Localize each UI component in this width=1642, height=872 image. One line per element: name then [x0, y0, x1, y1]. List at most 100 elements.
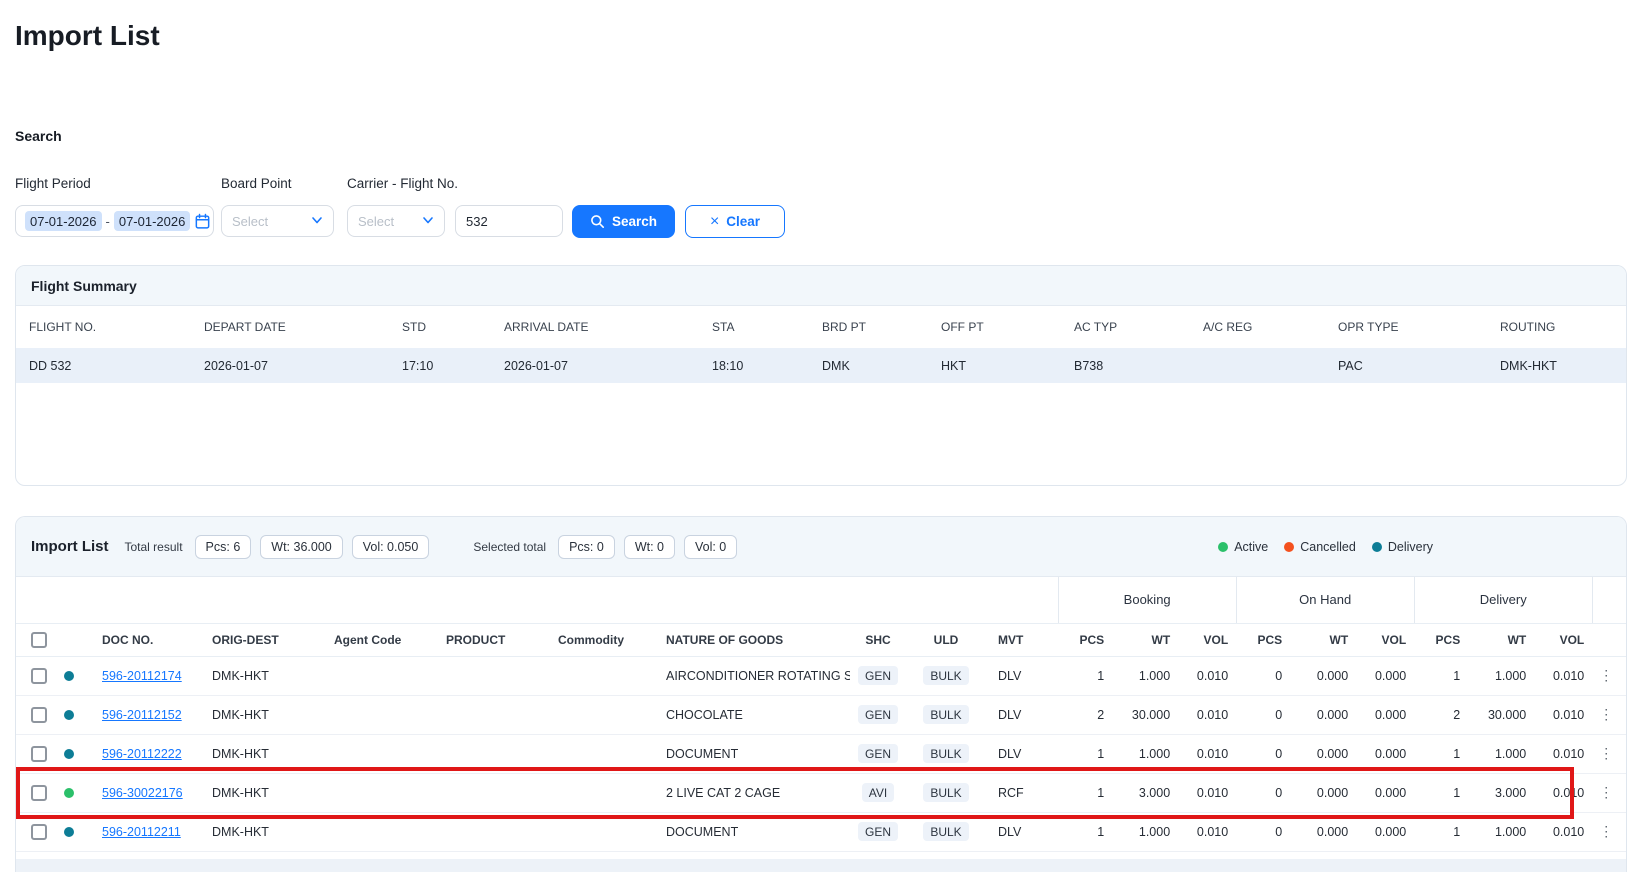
- delivery-pcs-cell: 1: [1414, 734, 1468, 773]
- table-row: 596-20112152 DMK-HKT CHOCOLATE GEN BULK …: [16, 695, 1627, 734]
- status-legend: Active Cancelled Delivery: [1218, 540, 1433, 554]
- clear-button[interactable]: × Clear: [685, 205, 785, 238]
- import-list-panel: Import List Total result Pcs: 6Wt: 36.00…: [15, 516, 1627, 872]
- selected-total-pills: Pcs: 0Wt: 0Vol: 0: [558, 535, 737, 559]
- on-hand-vol-cell: 0.000: [1356, 695, 1414, 734]
- import-list-table: Booking On Hand Delivery DOC NO. ORIG-DE…: [16, 577, 1627, 852]
- flight-summary-title: Flight Summary: [31, 278, 137, 294]
- total-pill: Wt: 36.000: [260, 535, 342, 559]
- commodity-cell: [546, 695, 654, 734]
- booking-wt-cell: 3.000: [1112, 773, 1178, 812]
- delivery-vol-cell: 0.010: [1534, 734, 1592, 773]
- flight-no-input[interactable]: [466, 214, 552, 229]
- shc-column-header: SHC: [850, 623, 914, 656]
- doc-no-link[interactable]: 596-20112222: [102, 747, 182, 761]
- product-column-header: PRODUCT: [434, 623, 546, 656]
- doc-no-link[interactable]: 596-20112152: [102, 708, 182, 722]
- shc-badge: GEN: [858, 744, 898, 763]
- on-hand-wt-cell: 0.000: [1290, 773, 1356, 812]
- legend-label: Active: [1234, 540, 1268, 554]
- row-menu-kebab-icon[interactable]: [1592, 823, 1620, 840]
- mvt-cell: DLV: [986, 734, 1058, 773]
- row-checkbox[interactable]: [31, 785, 47, 801]
- row-menu-kebab-icon[interactable]: [1592, 784, 1620, 801]
- table-row: 596-20112222 DMK-HKT DOCUMENT GEN BULK D…: [16, 734, 1627, 773]
- on-hand-vol-cell: 0.000: [1356, 812, 1414, 851]
- row-menu-kebab-icon[interactable]: [1592, 667, 1620, 684]
- on-hand-wt-cell: 0.000: [1290, 695, 1356, 734]
- selected-total-label: Selected total: [473, 540, 546, 554]
- product-cell: [434, 695, 546, 734]
- column-header: STD: [389, 306, 491, 348]
- agent-code-column-header: Agent Code: [322, 623, 434, 656]
- column-header: OPR TYPE: [1325, 306, 1487, 348]
- on-hand-wt-cell: 0.000: [1290, 812, 1356, 851]
- column-header-row: DOC NO. ORIG-DEST Agent Code PRODUCT Com…: [16, 623, 1627, 656]
- booking-vol-cell: 0.010: [1178, 656, 1236, 695]
- row-checkbox[interactable]: [31, 707, 47, 723]
- uld-badge: BULK: [923, 783, 968, 802]
- booking-pcs-cell: 1: [1058, 656, 1112, 695]
- on-hand-pcs-cell: 0: [1236, 734, 1290, 773]
- booking-pcs-column-header: PCS: [1058, 623, 1112, 656]
- delivery-wt-cell: 1.000: [1468, 656, 1534, 695]
- doc-no-link[interactable]: 596-20112174: [102, 669, 182, 683]
- table-footer-strip: [16, 859, 1626, 872]
- carrier-select[interactable]: Select: [347, 205, 445, 237]
- import-list-title: Import List: [31, 538, 109, 555]
- uld-badge: BULK: [923, 666, 968, 685]
- select-all-checkbox[interactable]: [31, 632, 47, 648]
- row-menu-kebab-icon[interactable]: [1592, 706, 1620, 723]
- uld-badge: BULK: [923, 705, 968, 724]
- on-hand-group-header: On Hand: [1236, 577, 1414, 623]
- uld-badge: BULK: [923, 744, 968, 763]
- row-checkbox[interactable]: [31, 824, 47, 840]
- legend-item: Delivery: [1372, 540, 1433, 554]
- booking-wt-cell: 1.000: [1112, 734, 1178, 773]
- mvt-cell: RCF: [986, 773, 1058, 812]
- row-checkbox[interactable]: [31, 746, 47, 762]
- search-button[interactable]: Search: [572, 205, 675, 238]
- flight-period-from-value[interactable]: 07-01-2026: [25, 211, 102, 231]
- flight-no-field: [455, 205, 563, 237]
- flight-no-cell: DD 532: [16, 348, 191, 383]
- status-dot-icon: [64, 827, 74, 837]
- mvt-column-header: MVT: [986, 623, 1058, 656]
- arrival-date-cell: 2026-01-07: [491, 348, 699, 383]
- opr-type-cell: PAC: [1325, 348, 1487, 383]
- clear-button-label: Clear: [726, 214, 760, 229]
- on-hand-wt-column-header: WT: [1290, 623, 1356, 656]
- flight-period-to-value[interactable]: 07-01-2026: [114, 211, 191, 231]
- doc-no-link[interactable]: 596-20112211: [102, 825, 181, 839]
- on-hand-vol-cell: 0.000: [1356, 773, 1414, 812]
- delivery-vol-cell: 0.010: [1534, 773, 1592, 812]
- carrier-placeholder: Select: [358, 214, 394, 229]
- booking-pcs-cell: 1: [1058, 734, 1112, 773]
- calendar-icon[interactable]: [194, 213, 211, 230]
- total-result-label: Total result: [125, 540, 183, 554]
- row-checkbox[interactable]: [31, 668, 47, 684]
- booking-group-header: Booking: [1058, 577, 1236, 623]
- nature-of-goods-cell: DOCUMENT: [654, 812, 850, 851]
- orig-dest-cell: DMK-HKT: [200, 656, 322, 695]
- selected-total-pill: Wt: 0: [624, 535, 675, 559]
- on-hand-pcs-column-header: PCS: [1236, 623, 1290, 656]
- delivery-wt-cell: 1.000: [1468, 812, 1534, 851]
- doc-no-link[interactable]: 596-30022176: [102, 786, 183, 800]
- booking-vol-cell: 0.010: [1178, 812, 1236, 851]
- delivery-vol-cell: 0.010: [1534, 656, 1592, 695]
- delivery-pcs-cell: 2: [1414, 695, 1468, 734]
- booking-vol-cell: 0.010: [1178, 695, 1236, 734]
- delivery-vol-cell: 0.010: [1534, 812, 1592, 851]
- flight-period-range-picker[interactable]: 07-01-2026 - 07-01-2026: [15, 205, 214, 237]
- import-list-page: Import List Search Flight Period Board P…: [0, 0, 1642, 872]
- selected-total-pill: Pcs: 0: [558, 535, 615, 559]
- mvt-cell: DLV: [986, 695, 1058, 734]
- flight-summary-row[interactable]: DD 532 2026-01-07 17:10 2026-01-07 18:10…: [16, 348, 1626, 383]
- shc-badge: GEN: [858, 822, 898, 841]
- board-point-select[interactable]: Select: [221, 205, 334, 237]
- product-cell: [434, 656, 546, 695]
- uld-badge: BULK: [923, 822, 968, 841]
- shc-badge: GEN: [858, 666, 898, 685]
- row-menu-kebab-icon[interactable]: [1592, 745, 1620, 762]
